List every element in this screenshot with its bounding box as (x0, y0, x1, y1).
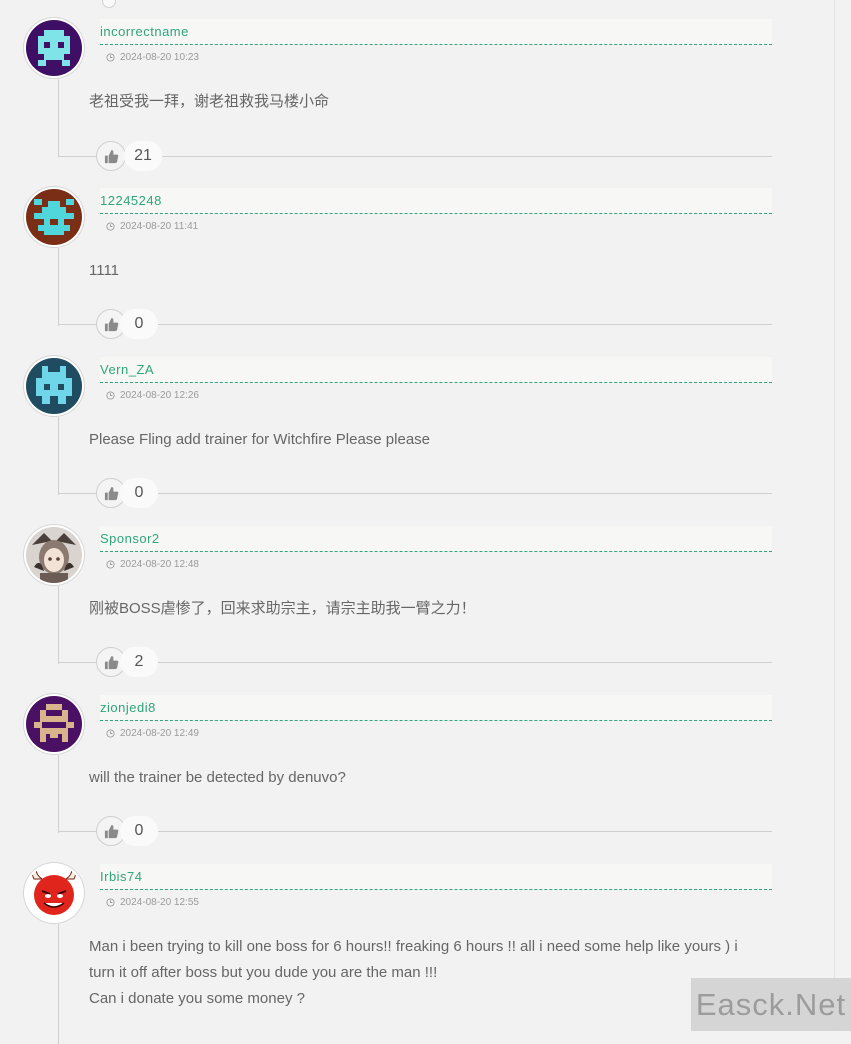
clock-icon (106, 222, 115, 231)
comment-timestamp: 2024-08-20 12:55 (106, 897, 199, 908)
pixel-invader-avatar-icon[interactable] (24, 694, 84, 754)
thumbs-up-icon (104, 149, 118, 163)
thumbs-up-icon (104, 317, 118, 331)
timestamp-text: 2024-08-20 11:41 (120, 221, 199, 232)
timestamp-text: 2024-08-20 12:26 (120, 390, 199, 401)
comment-text: Man i been trying to kill one boss for 6… (89, 934, 779, 1012)
thread-line (58, 755, 59, 833)
thread-line (58, 586, 59, 664)
clock-icon (106, 898, 115, 907)
like-count: 2 (120, 647, 158, 677)
site-watermark: Easck.Net (691, 978, 851, 1031)
pixel-invader-avatar-icon[interactable] (24, 18, 84, 78)
timestamp-text: 2024-08-20 12:49 (120, 728, 199, 739)
clock-icon (106, 391, 115, 400)
comment-divider (58, 493, 772, 494)
comment-divider (58, 662, 772, 663)
pixel-invader-avatar-icon[interactable] (24, 356, 84, 416)
comment-text: 刚被BOSS虐惨了，回来求助宗主，请宗主助我一臂之力！ (89, 600, 476, 617)
clock-icon (106, 53, 115, 62)
thread-line (58, 79, 59, 157)
red-devil-smiley-avatar-icon[interactable] (24, 863, 84, 923)
username-link[interactable]: zionjedi8 (100, 700, 156, 715)
thread-line (58, 924, 59, 1044)
like-count: 21 (124, 141, 162, 171)
comment-text-line: Can i donate you some money ? (89, 990, 305, 1007)
comment-timestamp: 2024-08-20 12:26 (106, 390, 199, 401)
pixel-invader-avatar-icon[interactable] (24, 187, 84, 247)
comment-text-line: turn it off after boss but you dude you … (89, 964, 438, 981)
comment-timestamp: 2024-08-20 12:49 (106, 728, 199, 739)
comment-text: 1111 (89, 262, 120, 279)
comment-divider (58, 324, 772, 325)
timestamp-text: 2024-08-20 10:23 (120, 52, 199, 63)
comment-header: Vern_ZA (100, 357, 772, 383)
previous-like-button[interactable] (102, 0, 116, 8)
page-right-border (834, 0, 835, 1031)
comment-divider (58, 831, 772, 832)
comment-divider (58, 156, 772, 157)
comment-header: incorrectname (100, 19, 772, 45)
username-link[interactable]: incorrectname (100, 24, 189, 39)
clock-icon (106, 729, 115, 738)
thread-line (58, 248, 59, 326)
username-link[interactable]: Sponsor2 (100, 531, 160, 546)
like-count: 0 (120, 816, 158, 846)
comment-timestamp: 2024-08-20 10:23 (106, 52, 199, 63)
thread-line (58, 417, 59, 495)
clock-icon (106, 560, 115, 569)
comment-text: 老祖受我一拜，谢老祖救我马楼小命 (89, 93, 330, 110)
comment-text: Please Fling add trainer for Witchfire P… (89, 431, 431, 448)
thumbs-up-icon (104, 655, 118, 669)
comment-timestamp: 2024-08-20 12:48 (106, 559, 199, 570)
timestamp-text: 2024-08-20 12:48 (120, 559, 199, 570)
comment-header: zionjedi8 (100, 695, 772, 721)
comment-timestamp: 2024-08-20 11:41 (106, 221, 198, 232)
username-link[interactable]: Irbis74 (100, 869, 143, 884)
anime-portrait-avatar-icon[interactable] (24, 525, 84, 585)
comment-text-line: Man i been trying to kill one boss for 6… (89, 938, 738, 955)
comment-header: Irbis74 (100, 864, 772, 890)
like-button[interactable] (96, 141, 126, 171)
username-link[interactable]: Vern_ZA (100, 362, 154, 377)
timestamp-text: 2024-08-20 12:55 (120, 897, 199, 908)
like-count: 0 (120, 309, 158, 339)
username-link[interactable]: 12245248 (100, 193, 162, 208)
like-count: 0 (120, 478, 158, 508)
comment-header: 12245248 (100, 188, 772, 214)
comment-text: will the trainer be detected by denuvo? (89, 769, 346, 786)
thumbs-up-icon (104, 486, 118, 500)
comment-header: Sponsor2 (100, 526, 772, 552)
thumbs-up-icon (104, 824, 118, 838)
